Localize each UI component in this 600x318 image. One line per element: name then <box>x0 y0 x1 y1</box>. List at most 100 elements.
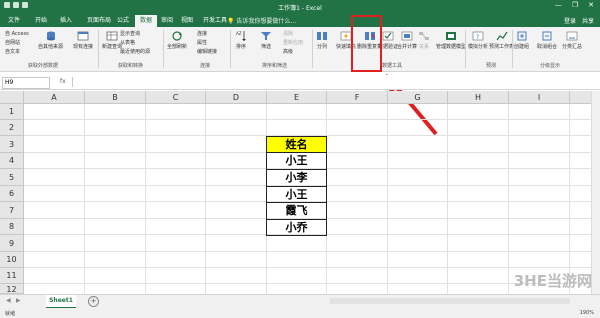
column-header-g[interactable]: G <box>388 91 448 104</box>
formula-input[interactable] <box>72 77 593 87</box>
reapply-button[interactable]: 重新应用 <box>283 39 303 46</box>
gridline <box>24 119 592 120</box>
sort-button[interactable]: AZ 排序 <box>235 30 247 50</box>
from-table-button[interactable]: 从表格 <box>120 39 135 46</box>
vertical-scrollbar[interactable] <box>591 91 600 294</box>
zoom-level[interactable]: 190% <box>580 310 594 316</box>
sheet-tab-sheet1[interactable]: Sheet1 <box>46 295 76 309</box>
gridline <box>205 104 206 294</box>
tab-file[interactable]: 文件 <box>3 15 25 27</box>
row-header-3[interactable]: 3 <box>0 136 24 153</box>
row-header-10[interactable]: 10 <box>0 252 24 268</box>
divider <box>312 30 313 68</box>
row-header-11[interactable]: 11 <box>0 268 24 284</box>
tabs-right: 登录 共享 <box>564 16 594 25</box>
validation-icon <box>382 31 394 41</box>
clear-button[interactable]: 清除 <box>283 30 293 37</box>
forecast-sheet-button[interactable]: 预测工作表 <box>489 30 514 50</box>
name-box[interactable]: H9 <box>2 77 50 89</box>
ribbon-tabs: 文件 开始 插入 页面布局 公式 数据 审阅 视图 开发工具 💡 告诉我你想要做… <box>0 13 600 27</box>
table-cell[interactable]: 小王 <box>266 186 327 203</box>
tab-page-layout[interactable]: 页面布局 <box>82 15 116 27</box>
column-header-b[interactable]: B <box>85 91 146 104</box>
consolidate-button[interactable]: 合并计算 <box>397 30 417 50</box>
existing-connections-button[interactable]: 现有连接 <box>73 30 93 50</box>
share-button[interactable]: 共享 <box>582 16 594 25</box>
row-header-9[interactable]: 9 <box>0 235 24 252</box>
recent-sources-button[interactable]: 最近使用的源 <box>120 48 150 55</box>
table-cell[interactable]: 小李 <box>266 169 327 187</box>
ungroup-button[interactable]: 取消组合 <box>537 30 557 50</box>
tab-formulas[interactable]: 公式 <box>112 15 134 27</box>
gridline <box>24 267 592 268</box>
group-title-connections: 连接 <box>200 63 211 69</box>
text-to-columns-button[interactable]: 分列 <box>316 30 328 50</box>
table-cell[interactable]: 小王 <box>266 152 327 170</box>
divider <box>512 30 513 68</box>
what-if-button[interactable]: ? 模拟分析 <box>468 30 488 50</box>
tab-review[interactable]: 审阅 <box>156 15 178 27</box>
show-queries-button[interactable]: 显示查询 <box>120 30 140 37</box>
from-access-button[interactable]: 自 Access <box>5 30 29 37</box>
table-cell[interactable]: 小乔 <box>266 219 327 236</box>
watermark-logo: 3HE当游网 <box>513 272 592 290</box>
column-header-d[interactable]: D <box>206 91 267 104</box>
row-header-5[interactable]: 5 <box>0 169 24 186</box>
status-bar: 就绪 190% <box>0 308 600 318</box>
table-header-name[interactable]: 姓名 <box>266 136 327 153</box>
other-source-button[interactable]: 自其他来源 <box>38 30 63 50</box>
horizontal-scrollbar[interactable] <box>330 298 570 304</box>
tab-view[interactable]: 视图 <box>176 15 198 27</box>
row-header-2[interactable]: 2 <box>0 120 24 136</box>
divider <box>98 30 99 68</box>
table-cell[interactable]: 霞飞 <box>266 202 327 220</box>
status-ready: 就绪 <box>5 311 16 317</box>
restore-button[interactable]: ❐ <box>572 1 578 9</box>
prev-sheet-icon[interactable]: ◀ <box>6 297 11 304</box>
group-icon <box>517 31 526 41</box>
column-header-c[interactable]: C <box>146 91 206 104</box>
next-sheet-icon[interactable]: ▶ <box>16 297 21 304</box>
row-header-12[interactable]: 12 <box>0 284 24 294</box>
tab-home[interactable]: 开始 <box>30 15 52 27</box>
column-header-i[interactable]: I <box>509 91 570 104</box>
row-header-1[interactable]: 1 <box>0 104 24 120</box>
new-query-button[interactable]: 新建查询 <box>102 30 122 50</box>
row-header-7[interactable]: 7 <box>0 202 24 219</box>
data-model-button[interactable]: 管理数据模型 <box>436 30 466 50</box>
gridline <box>84 104 85 294</box>
row-header-6[interactable]: 6 <box>0 186 24 202</box>
subtotal-button[interactable]: 分类汇总 <box>562 30 582 50</box>
add-sheet-button[interactable]: + <box>88 296 99 307</box>
relationships-button[interactable]: 关系 <box>418 30 430 50</box>
tab-data[interactable]: 数据 <box>135 15 158 27</box>
edit-links-button[interactable]: 编辑链接 <box>197 48 217 55</box>
row-header-8[interactable]: 8 <box>0 219 24 235</box>
connections-button[interactable]: 连接 <box>197 30 207 37</box>
tab-insert[interactable]: 插入 <box>55 15 77 27</box>
row-header-4[interactable]: 4 <box>0 153 24 169</box>
group-button[interactable]: 创建组 <box>514 30 529 50</box>
column-header-f[interactable]: F <box>327 91 388 104</box>
fx-icon[interactable]: fx <box>60 78 66 85</box>
sheet-tab-bar: ◀ ▶ Sheet1 + <box>0 294 600 309</box>
tell-me-box[interactable]: 💡 告诉我你想要做什么... <box>227 16 296 25</box>
sign-in-link[interactable]: 登录 <box>564 16 576 25</box>
column-header-h[interactable]: H <box>448 91 509 104</box>
group-title-forecast: 预测 <box>486 63 497 69</box>
column-header-a[interactable]: A <box>24 91 85 104</box>
close-button[interactable]: ✕ <box>588 1 594 9</box>
advanced-button[interactable]: 高级 <box>283 48 293 55</box>
from-web-button[interactable]: 自网站 <box>5 39 20 46</box>
gridline <box>24 283 592 284</box>
from-text-button[interactable]: 自文本 <box>5 48 20 55</box>
column-header-e[interactable]: E <box>267 91 327 104</box>
minimize-button[interactable]: — <box>555 1 562 9</box>
refresh-all-button[interactable]: 全部刷新 <box>167 30 187 50</box>
filter-button[interactable]: 筛选 <box>260 30 272 50</box>
ungroup-icon <box>542 31 552 41</box>
columns-icon <box>317 32 327 40</box>
select-all-corner[interactable] <box>0 91 24 104</box>
gridline <box>24 251 592 252</box>
properties-button[interactable]: 属性 <box>197 39 207 46</box>
